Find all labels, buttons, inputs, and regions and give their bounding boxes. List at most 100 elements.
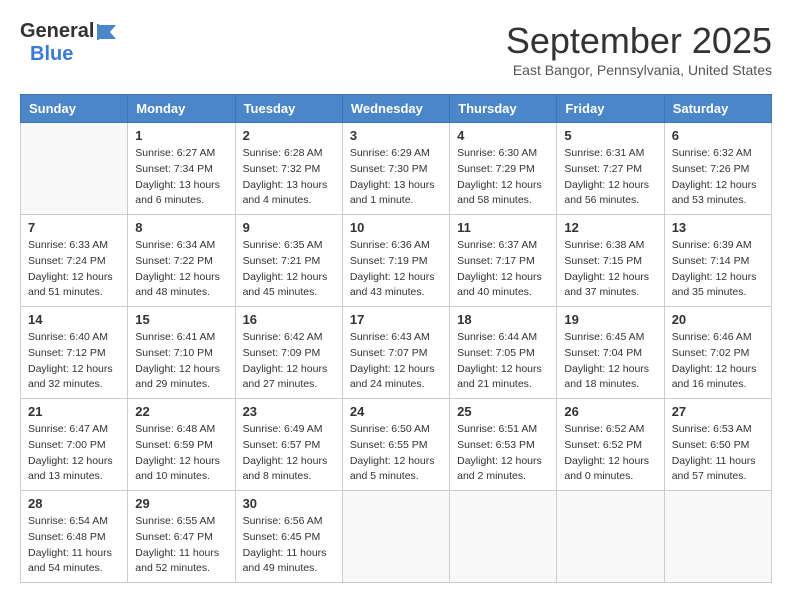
day-number: 14 bbox=[28, 312, 120, 327]
day-info: Sunrise: 6:40 AM Sunset: 7:12 PM Dayligh… bbox=[28, 330, 120, 393]
day-number: 21 bbox=[28, 404, 120, 419]
calendar-cell: 23 Sunrise: 6:49 AM Sunset: 6:57 PM Dayli… bbox=[235, 399, 342, 491]
weekday-header-row: SundayMondayTuesdayWednesdayThursdayFrid… bbox=[21, 95, 772, 123]
weekday-header-thursday: Thursday bbox=[450, 95, 557, 123]
calendar-cell: 3 Sunrise: 6:29 AM Sunset: 7:30 PM Daylig… bbox=[342, 123, 449, 215]
calendar-cell: 16Sunrise: 6:42 AM Sunset: 7:09 PM Dayli… bbox=[235, 307, 342, 399]
day-info: Sunrise: 6:47 AM Sunset: 7:00 PM Dayligh… bbox=[28, 422, 120, 485]
calendar-cell: 17 Sunrise: 6:43 AM Sunset: 7:07 PM Dayli… bbox=[342, 307, 449, 399]
day-info: Sunrise: 6:54 AM Sunset: 6:48 PM Dayligh… bbox=[28, 514, 120, 577]
day-number: 19 bbox=[564, 312, 656, 327]
day-info: Sunrise: 6:36 AM Sunset: 7:19 PM Dayligh… bbox=[350, 238, 442, 301]
calendar-cell: 25Sunrise: 6:51 AM Sunset: 6:53 PM Dayli… bbox=[450, 399, 557, 491]
calendar-cell: 30 Sunrise: 6:56 AM Sunset: 6:45 PM Dayli… bbox=[235, 491, 342, 583]
day-number: 22 bbox=[135, 404, 227, 419]
day-number: 10 bbox=[350, 220, 442, 235]
calendar-week-row: 14 Sunrise: 6:40 AM Sunset: 7:12 PM Dayli… bbox=[21, 307, 772, 399]
weekday-header-monday: Monday bbox=[128, 95, 235, 123]
calendar-cell bbox=[664, 491, 771, 583]
day-number: 5 bbox=[564, 128, 656, 143]
day-info: Sunrise: 6:34 AM Sunset: 7:22 PM Dayligh… bbox=[135, 238, 227, 301]
calendar-cell: 29Sunrise: 6:55 AM Sunset: 6:47 PM Dayli… bbox=[128, 491, 235, 583]
weekday-header-sunday: Sunday bbox=[21, 95, 128, 123]
weekday-header-tuesday: Tuesday bbox=[235, 95, 342, 123]
day-info: Sunrise: 6:46 AM Sunset: 7:02 PM Dayligh… bbox=[672, 330, 764, 393]
logo-general-text: General bbox=[20, 20, 94, 43]
day-info: Sunrise: 6:28 AM Sunset: 7:32 PM Dayligh… bbox=[243, 146, 335, 209]
calendar-cell: 22 Sunrise: 6:48 AM Sunset: 6:59 PM Dayli… bbox=[128, 399, 235, 491]
day-info: Sunrise: 6:52 AM Sunset: 6:52 PM Dayligh… bbox=[564, 422, 656, 485]
day-info: Sunrise: 6:49 AM Sunset: 6:57 PM Dayligh… bbox=[243, 422, 335, 485]
day-number: 30 bbox=[243, 496, 335, 511]
day-info: Sunrise: 6:41 AM Sunset: 7:10 PM Dayligh… bbox=[135, 330, 227, 393]
calendar-week-row: 7 Sunrise: 6:33 AM Sunset: 7:24 PM Daylig… bbox=[21, 215, 772, 307]
calendar-cell: 21 Sunrise: 6:47 AM Sunset: 7:00 PM Dayli… bbox=[21, 399, 128, 491]
calendar-cell bbox=[21, 123, 128, 215]
page-header: General Blue September 2025 East Bangor,… bbox=[20, 20, 772, 78]
location-subtitle: East Bangor, Pennsylvania, United States bbox=[506, 62, 772, 78]
calendar-cell: 4 Sunrise: 6:30 AM Sunset: 7:29 PM Daylig… bbox=[450, 123, 557, 215]
day-info: Sunrise: 6:35 AM Sunset: 7:21 PM Dayligh… bbox=[243, 238, 335, 301]
day-info: Sunrise: 6:56 AM Sunset: 6:45 PM Dayligh… bbox=[243, 514, 335, 577]
day-info: Sunrise: 6:29 AM Sunset: 7:30 PM Dayligh… bbox=[350, 146, 442, 209]
calendar-week-row: 28 Sunrise: 6:54 AM Sunset: 6:48 PM Dayli… bbox=[21, 491, 772, 583]
calendar-cell: 28 Sunrise: 6:54 AM Sunset: 6:48 PM Dayli… bbox=[21, 491, 128, 583]
day-number: 24 bbox=[350, 404, 442, 419]
calendar-cell bbox=[450, 491, 557, 583]
calendar-cell: 9 Sunrise: 6:35 AM Sunset: 7:21 PM Daylig… bbox=[235, 215, 342, 307]
day-info: Sunrise: 6:32 AM Sunset: 7:26 PM Dayligh… bbox=[672, 146, 764, 209]
calendar-cell: 26Sunrise: 6:52 AM Sunset: 6:52 PM Dayli… bbox=[557, 399, 664, 491]
day-number: 2 bbox=[243, 128, 335, 143]
day-info: Sunrise: 6:51 AM Sunset: 6:53 PM Dayligh… bbox=[457, 422, 549, 485]
weekday-header-wednesday: Wednesday bbox=[342, 95, 449, 123]
calendar-cell: 13 Sunrise: 6:39 AM Sunset: 7:14 PM Dayli… bbox=[664, 215, 771, 307]
day-number: 27 bbox=[672, 404, 764, 419]
calendar-cell bbox=[342, 491, 449, 583]
day-info: Sunrise: 6:38 AM Sunset: 7:15 PM Dayligh… bbox=[564, 238, 656, 301]
day-info: Sunrise: 6:39 AM Sunset: 7:14 PM Dayligh… bbox=[672, 238, 764, 301]
calendar-cell: 1Sunrise: 6:27 AM Sunset: 7:34 PM Daylig… bbox=[128, 123, 235, 215]
calendar-cell: 14 Sunrise: 6:40 AM Sunset: 7:12 PM Dayli… bbox=[21, 307, 128, 399]
day-number: 4 bbox=[457, 128, 549, 143]
day-info: Sunrise: 6:43 AM Sunset: 7:07 PM Dayligh… bbox=[350, 330, 442, 393]
calendar-cell: 8Sunrise: 6:34 AM Sunset: 7:22 PM Daylig… bbox=[128, 215, 235, 307]
calendar-cell: 2 Sunrise: 6:28 AM Sunset: 7:32 PM Daylig… bbox=[235, 123, 342, 215]
day-number: 1 bbox=[135, 128, 227, 143]
calendar-cell: 18Sunrise: 6:44 AM Sunset: 7:05 PM Dayli… bbox=[450, 307, 557, 399]
calendar-cell: 19Sunrise: 6:45 AM Sunset: 7:04 PM Dayli… bbox=[557, 307, 664, 399]
day-number: 23 bbox=[243, 404, 335, 419]
day-number: 11 bbox=[457, 220, 549, 235]
calendar-cell: 10 Sunrise: 6:36 AM Sunset: 7:19 PM Dayli… bbox=[342, 215, 449, 307]
day-number: 9 bbox=[243, 220, 335, 235]
day-number: 6 bbox=[672, 128, 764, 143]
day-number: 18 bbox=[457, 312, 549, 327]
logo-blue-text: Blue bbox=[30, 43, 73, 66]
day-number: 3 bbox=[350, 128, 442, 143]
title-section: September 2025 East Bangor, Pennsylvania… bbox=[506, 20, 772, 78]
calendar-table: SundayMondayTuesdayWednesdayThursdayFrid… bbox=[20, 94, 772, 583]
calendar-cell: 20 Sunrise: 6:46 AM Sunset: 7:02 PM Dayli… bbox=[664, 307, 771, 399]
day-number: 28 bbox=[28, 496, 120, 511]
day-info: Sunrise: 6:37 AM Sunset: 7:17 PM Dayligh… bbox=[457, 238, 549, 301]
logo-flag-icon bbox=[96, 23, 118, 41]
day-number: 13 bbox=[672, 220, 764, 235]
calendar-cell: 6 Sunrise: 6:32 AM Sunset: 7:26 PM Daylig… bbox=[664, 123, 771, 215]
day-info: Sunrise: 6:53 AM Sunset: 6:50 PM Dayligh… bbox=[672, 422, 764, 485]
calendar-cell: 27 Sunrise: 6:53 AM Sunset: 6:50 PM Dayli… bbox=[664, 399, 771, 491]
calendar-cell: 12 Sunrise: 6:38 AM Sunset: 7:15 PM Dayli… bbox=[557, 215, 664, 307]
day-number: 17 bbox=[350, 312, 442, 327]
day-info: Sunrise: 6:30 AM Sunset: 7:29 PM Dayligh… bbox=[457, 146, 549, 209]
calendar-cell bbox=[557, 491, 664, 583]
calendar-week-row: 1Sunrise: 6:27 AM Sunset: 7:34 PM Daylig… bbox=[21, 123, 772, 215]
calendar-cell: 5Sunrise: 6:31 AM Sunset: 7:27 PM Daylig… bbox=[557, 123, 664, 215]
calendar-cell: 7 Sunrise: 6:33 AM Sunset: 7:24 PM Daylig… bbox=[21, 215, 128, 307]
day-number: 12 bbox=[564, 220, 656, 235]
day-info: Sunrise: 6:48 AM Sunset: 6:59 PM Dayligh… bbox=[135, 422, 227, 485]
day-number: 15 bbox=[135, 312, 227, 327]
day-number: 20 bbox=[672, 312, 764, 327]
day-info: Sunrise: 6:50 AM Sunset: 6:55 PM Dayligh… bbox=[350, 422, 442, 485]
day-number: 7 bbox=[28, 220, 120, 235]
logo: General Blue bbox=[20, 20, 118, 66]
day-info: Sunrise: 6:33 AM Sunset: 7:24 PM Dayligh… bbox=[28, 238, 120, 301]
day-info: Sunrise: 6:55 AM Sunset: 6:47 PM Dayligh… bbox=[135, 514, 227, 577]
